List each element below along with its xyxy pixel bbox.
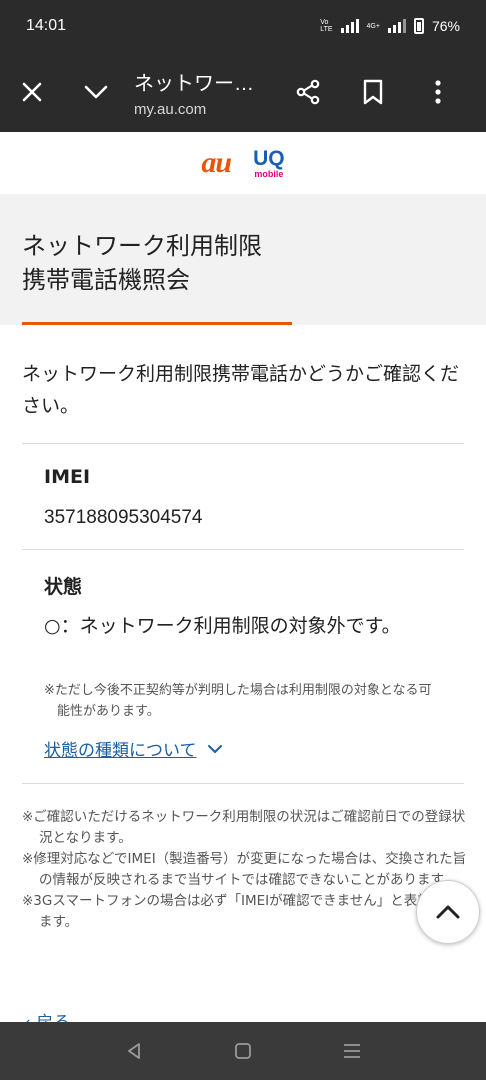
close-icon[interactable] [16, 76, 48, 108]
volte-indicator: Vo LTE [320, 19, 333, 33]
share-icon[interactable] [292, 76, 324, 108]
status-bar: 14:01 Vo LTE 4G+ 76% [0, 0, 486, 52]
signal-icon-2 [387, 19, 406, 33]
imei-value: 357188095304574 [44, 507, 203, 528]
status-time: 14:01 [26, 17, 67, 34]
divider [22, 443, 464, 444]
notes-list: ※ご確認いただけるネットワーク利用制限の状況はご確認前日での登録状況となります。… [22, 807, 468, 933]
status-types-link[interactable]: 状態の種類について [44, 736, 223, 761]
chevron-down-icon [207, 739, 223, 759]
home-nav-icon[interactable] [223, 1031, 263, 1071]
au-logo[interactable]: au [201, 146, 232, 180]
brand-header: au UQ mobile [0, 132, 486, 194]
status-label: 状態 [44, 576, 83, 598]
uq-mobile-logo[interactable]: UQ mobile [253, 148, 285, 179]
browser-page-title: ネットワー… [134, 72, 254, 95]
imei-label: IMEI [44, 466, 91, 488]
status-types-link-label: 状態の種類について [44, 741, 197, 761]
page-title-section: ネットワーク利用制限 携帯電話機照会 [0, 194, 486, 325]
title-accent-bar [22, 322, 292, 325]
page-title-line1: ネットワーク利用制限 [22, 232, 262, 260]
status-note: ※ただし今後不正契約等が判明した場合は利用制限の対象となる可能性があります。 [44, 683, 432, 719]
scroll-top-button[interactable] [416, 880, 480, 944]
note-item: ※ご確認いただけるネットワーク利用制限の状況はご確認前日での登録状況となります。 [22, 809, 466, 846]
status-result: ○：ネットワーク利用制限の対象外です。 [44, 615, 401, 637]
page-title-area[interactable]: ネットワー… my.au.com [134, 67, 284, 118]
chevron-up-icon [436, 905, 460, 919]
network-type-label: 4G+ [366, 22, 380, 30]
page-title-line2: 携帯電話機照会 [22, 266, 190, 294]
more-menu-icon[interactable] [422, 76, 454, 108]
browser-url: my.au.com [134, 100, 207, 118]
bookmark-icon[interactable] [357, 76, 389, 108]
chevron-down-icon[interactable] [80, 76, 112, 108]
browser-toolbar: ネットワー… my.au.com [0, 52, 486, 132]
system-nav-bar [0, 1022, 486, 1080]
note-item: ※修理対応などでIMEI（製造番号）が変更になった場合は、交換された旨の情報が反… [22, 851, 467, 888]
intro-text: ネットワーク利用制限携帯電話かどうかご確認ください。 [22, 363, 460, 417]
battery-icon [413, 18, 424, 34]
battery-percent: 76% [431, 18, 460, 34]
note-item: ※3Gスマートフォンの場合は必ず「IMEIが確認できません」と表記されます。 [22, 893, 458, 930]
divider [22, 783, 464, 784]
back-nav-icon[interactable] [114, 1031, 154, 1071]
recents-nav-icon[interactable] [332, 1031, 372, 1071]
divider [22, 549, 464, 550]
status-icons: Vo LTE 4G+ 76% [320, 18, 460, 34]
signal-icon [340, 19, 359, 33]
